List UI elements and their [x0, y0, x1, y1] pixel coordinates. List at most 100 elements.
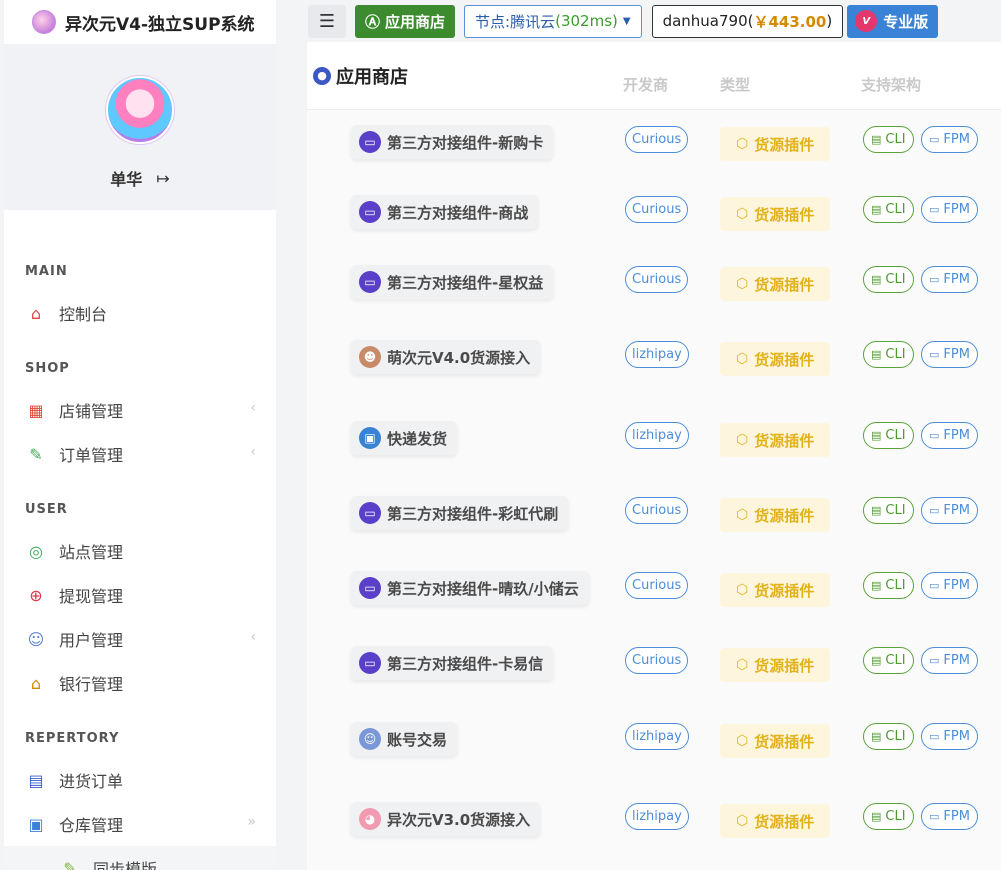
- tag-icon: ✎: [63, 858, 77, 870]
- nav-section-title: MAIN: [25, 264, 68, 279]
- fpm-badge: ▭ FPM: [921, 341, 978, 368]
- developer-badge: Curious: [625, 266, 689, 293]
- table-row: ☻ 萌次元V4.0货源接入 lizhipay ⬡ 货源插件 ▤ CLI ▭ FPM: [307, 327, 1001, 387]
- profile-name: 单华: [110, 170, 143, 189]
- type-badge: ⬡ 货源插件: [720, 423, 830, 457]
- sidebar-item[interactable]: ▦ 店铺管理 ‹: [4, 388, 276, 432]
- fpm-badge: ▭ FPM: [921, 803, 978, 830]
- store-globe-icon: ●: [313, 66, 331, 85]
- app-name-pill[interactable]: ▭ 第三方对接组件-卡易信: [351, 646, 554, 680]
- developer-badge: lizhipay: [625, 422, 689, 449]
- brand[interactable]: 异次元V4-独立SUP系统: [4, 0, 276, 44]
- app-name-pill[interactable]: ▭ 第三方对接组件-新购卡: [351, 125, 554, 159]
- fpm-icon: ▭: [929, 429, 940, 442]
- monitor-icon: ▭: [359, 271, 381, 293]
- pro-edition-button[interactable]: V 专业版: [847, 4, 939, 38]
- app-name: 账号交易: [387, 730, 448, 749]
- cli-icon: ▤: [871, 203, 882, 216]
- app-name-pill[interactable]: ▭ 第三方对接组件-晴玖/小储云: [351, 571, 589, 605]
- store-icon: ▦: [28, 400, 44, 420]
- fpm-badge: ▭ FPM: [921, 422, 978, 449]
- sidebar-item[interactable]: ⌂ 银行管理: [4, 661, 276, 705]
- sidebar-item-label: 银行管理: [59, 675, 124, 694]
- app-name-pill[interactable]: ▭ 第三方对接组件-商战: [351, 195, 539, 229]
- app-store-icon: Ⓐ: [365, 12, 381, 31]
- table-row: ▭ 第三方对接组件-星权益 Curious ⬡ 货源插件 ▤ CLI ▭ FPM: [307, 252, 1001, 312]
- table-row: ▭ 第三方对接组件-晴玖/小储云 Curious ⬡ 货源插件 ▤ CLI ▭ FP…: [307, 558, 1001, 618]
- app-store-button[interactable]: Ⓐ 应用商店: [355, 4, 456, 38]
- app-name-pill[interactable]: ☻ 萌次元V4.0货源接入: [351, 340, 541, 374]
- type-badge: ⬡ 货源插件: [720, 804, 830, 838]
- sidebar-item[interactable]: ☺ 用户管理 ‹: [4, 617, 276, 661]
- fpm-label: FPM: [943, 202, 970, 217]
- sidebar-item-label: 订单管理: [59, 446, 124, 465]
- account-icon: ☺: [359, 728, 381, 750]
- app-name: 第三方对接组件-商战: [387, 203, 529, 222]
- cli-label: CLI: [885, 653, 906, 668]
- cube-icon: ⬡: [736, 657, 749, 673]
- cli-badge: ▤ CLI: [863, 341, 914, 368]
- sidebar: 异次元V4-独立SUP系统 单华 ↦ MAIN ⌂ 控制台 SHOP ▦ 店铺管…: [4, 0, 276, 870]
- cube-icon: ⬡: [736, 813, 749, 829]
- developer-badge: lizhipay: [625, 341, 689, 368]
- user-balance-button[interactable]: danhua790(￥443.00): [651, 4, 844, 38]
- cli-badge: ▤ CLI: [863, 803, 914, 830]
- cli-label: CLI: [885, 578, 906, 593]
- app-name-pill[interactable]: ▭ 第三方对接组件-彩虹代刷: [351, 496, 569, 530]
- sidebar-item[interactable]: ◎ 站点管理: [4, 529, 276, 573]
- type-badge: ⬡ 货源插件: [720, 648, 830, 682]
- fpm-icon: ▭: [929, 810, 940, 823]
- app-name-pill[interactable]: ☺ 账号交易: [351, 722, 458, 756]
- type-badge: ⬡ 货源插件: [720, 498, 830, 532]
- app-name-pill[interactable]: ◕ 异次元V3.0货源接入: [351, 802, 541, 836]
- cli-icon: ▤: [871, 504, 882, 517]
- monitor-icon: ▭: [359, 201, 381, 223]
- app-name: 第三方对接组件-晴玖/小储云: [387, 579, 579, 598]
- type-badge: ⬡ 货源插件: [720, 573, 830, 607]
- developer-badge: lizhipay: [625, 723, 689, 750]
- sidebar-subitem-sync-template[interactable]: ✎ 同步模版: [4, 846, 276, 870]
- avatar[interactable]: [106, 76, 174, 144]
- developer-badge: Curious: [625, 647, 689, 674]
- brand-title: 异次元V4-独立SUP系统: [65, 14, 255, 35]
- node-select[interactable]: 节点:腾讯云 (302ms) ▼: [464, 4, 642, 38]
- developer-badge: Curious: [625, 572, 689, 599]
- sidebar-item[interactable]: ▤ 进货订单: [4, 758, 276, 802]
- sidebar-arrow-icon: »: [247, 814, 256, 830]
- developer-badge: Curious: [625, 126, 689, 153]
- app-name: 异次元V3.0货源接入: [387, 810, 531, 829]
- fpm-badge: ▭ FPM: [921, 196, 978, 223]
- logout-icon[interactable]: ↦: [156, 169, 169, 188]
- col-type: 类型: [720, 76, 751, 94]
- cli-label: CLI: [885, 503, 906, 518]
- cube-icon: ⬡: [736, 582, 749, 598]
- app-name: 第三方对接组件-星权益: [387, 273, 544, 292]
- sidebar-arrow-icon: ‹: [250, 629, 256, 645]
- cube-icon: ⬡: [736, 432, 749, 448]
- sidebar-item[interactable]: ▣ 仓库管理 »: [4, 802, 276, 846]
- type-badge: ⬡ 货源插件: [720, 197, 830, 231]
- anime-avatar-icon: ☻: [359, 346, 381, 368]
- sidebar-item-label: 控制台: [59, 305, 108, 324]
- sidebar-item[interactable]: ⊕ 提现管理: [4, 573, 276, 617]
- app-name-pill[interactable]: ▭ 第三方对接组件-星权益: [351, 265, 554, 299]
- fpm-icon: ▭: [929, 348, 940, 361]
- sidebar-item-label: 提现管理: [59, 587, 124, 606]
- node-label: 节点:腾讯云: [475, 12, 556, 31]
- type-label: 货源插件: [754, 205, 815, 224]
- brand-logo-icon: [32, 10, 56, 34]
- sidebar-item[interactable]: ⌂ 控制台: [4, 291, 276, 335]
- type-label: 货源插件: [754, 732, 815, 751]
- app-name: 第三方对接组件-卡易信: [387, 654, 544, 673]
- app-name-pill[interactable]: ▣ 快递发货: [351, 421, 458, 455]
- menu-toggle-button[interactable]: ☰: [308, 4, 346, 38]
- type-label: 货源插件: [754, 656, 815, 675]
- developer-badge: lizhipay: [625, 803, 689, 830]
- table-row: ▭ 第三方对接组件-彩虹代刷 Curious ⬡ 货源插件 ▤ CLI ▭ FPM: [307, 483, 1001, 543]
- type-label: 货源插件: [754, 350, 815, 369]
- developer-badge: Curious: [625, 497, 689, 524]
- cli-label: CLI: [885, 132, 906, 147]
- users-icon: ☺: [27, 629, 45, 649]
- app-name: 快递发货: [387, 429, 448, 448]
- sidebar-item[interactable]: ✎ 订单管理 ‹: [4, 432, 276, 476]
